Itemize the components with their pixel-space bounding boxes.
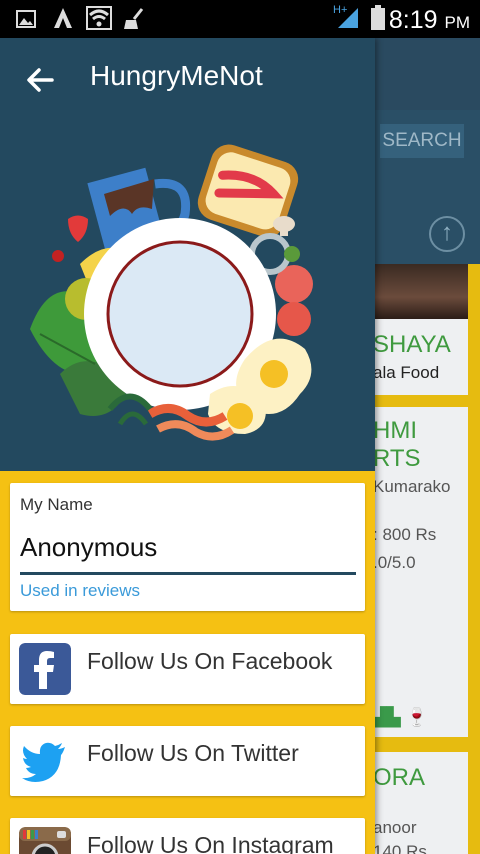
- font-icon: [54, 8, 72, 28]
- follow-facebook-label: Follow Us On Facebook: [87, 648, 333, 674]
- search-button[interactable]: SEARCH: [380, 124, 464, 158]
- name-card: My Name Used in reviews: [10, 483, 365, 611]
- name-field-label: My Name: [20, 495, 93, 514]
- facebook-icon: [19, 643, 71, 695]
- follow-twitter-label: Follow Us On Twitter: [87, 740, 299, 766]
- scroll-up-icon[interactable]: ↑: [429, 216, 465, 252]
- restaurant-rating: .0/5.0: [375, 553, 416, 572]
- restaurant-photo: [375, 264, 468, 319]
- restaurant-card[interactable]: SHAYA ala Food: [375, 319, 468, 395]
- follow-twitter-button[interactable]: Follow Us On Twitter: [10, 726, 365, 796]
- navigation-drawer: HungryMeNot My Name Anonymous Used in re…: [0, 38, 375, 854]
- image-icon: [16, 10, 36, 28]
- restaurant-location: Kumarako: [375, 477, 451, 496]
- name-input[interactable]: [20, 523, 356, 575]
- wifi-icon: [86, 6, 112, 30]
- food-plate-illustration: [30, 144, 313, 441]
- background-toolbar: [375, 38, 480, 110]
- follow-facebook-button[interactable]: Follow Us On Facebook: [10, 634, 365, 704]
- restaurant-location: anoor: [375, 818, 417, 837]
- wine-icon: 🍷: [405, 707, 429, 727]
- clock: 8:19 PM: [389, 6, 470, 35]
- restaurant-card[interactable]: HMI RTS Kumarako : 800 Rs .0/5.0 ▟▙ 🍷: [375, 407, 468, 737]
- twitter-icon: [22, 742, 65, 782]
- restaurant-price: 140 Rs: [375, 842, 427, 854]
- broom-icon: [124, 8, 144, 29]
- status-bar: H+ 8:19 PM: [0, 0, 480, 38]
- restaurant-card[interactable]: ORA anoor 140 Rs: [375, 752, 468, 854]
- follow-instagram-label: Follow Us On Instagram: [87, 832, 334, 854]
- app-title: HungryMeNot: [90, 60, 263, 91]
- background-restaurant-list: SEARCH ↑ SHAYA ala Food HMI RTS Kumarako…: [375, 38, 480, 854]
- signal-icon: [338, 8, 358, 28]
- restaurant-name: ORA: [375, 764, 426, 791]
- amenity-icons: ▟▙ 🍷: [375, 707, 428, 728]
- instagram-icon: [19, 827, 71, 854]
- restaurant-name-line1: HMI: [375, 417, 417, 444]
- back-arrow-icon[interactable]: [18, 58, 62, 102]
- restaurant-name-line2: RTS: [375, 445, 421, 472]
- restaurant-name: SHAYA: [375, 331, 451, 358]
- restaurant-price: : 800 Rs: [375, 525, 437, 544]
- restaurant-cuisine: ala Food: [375, 363, 440, 382]
- clock-time: 8:19: [388, 6, 438, 34]
- drawer-header: HungryMeNot: [0, 38, 375, 471]
- name-field-hint: Used in reviews: [20, 581, 140, 600]
- clock-ampm: PM: [444, 13, 471, 32]
- follow-instagram-button[interactable]: Follow Us On Instagram: [10, 818, 365, 854]
- battery-icon: [371, 5, 385, 30]
- table-icon: ▟▙: [375, 707, 401, 727]
